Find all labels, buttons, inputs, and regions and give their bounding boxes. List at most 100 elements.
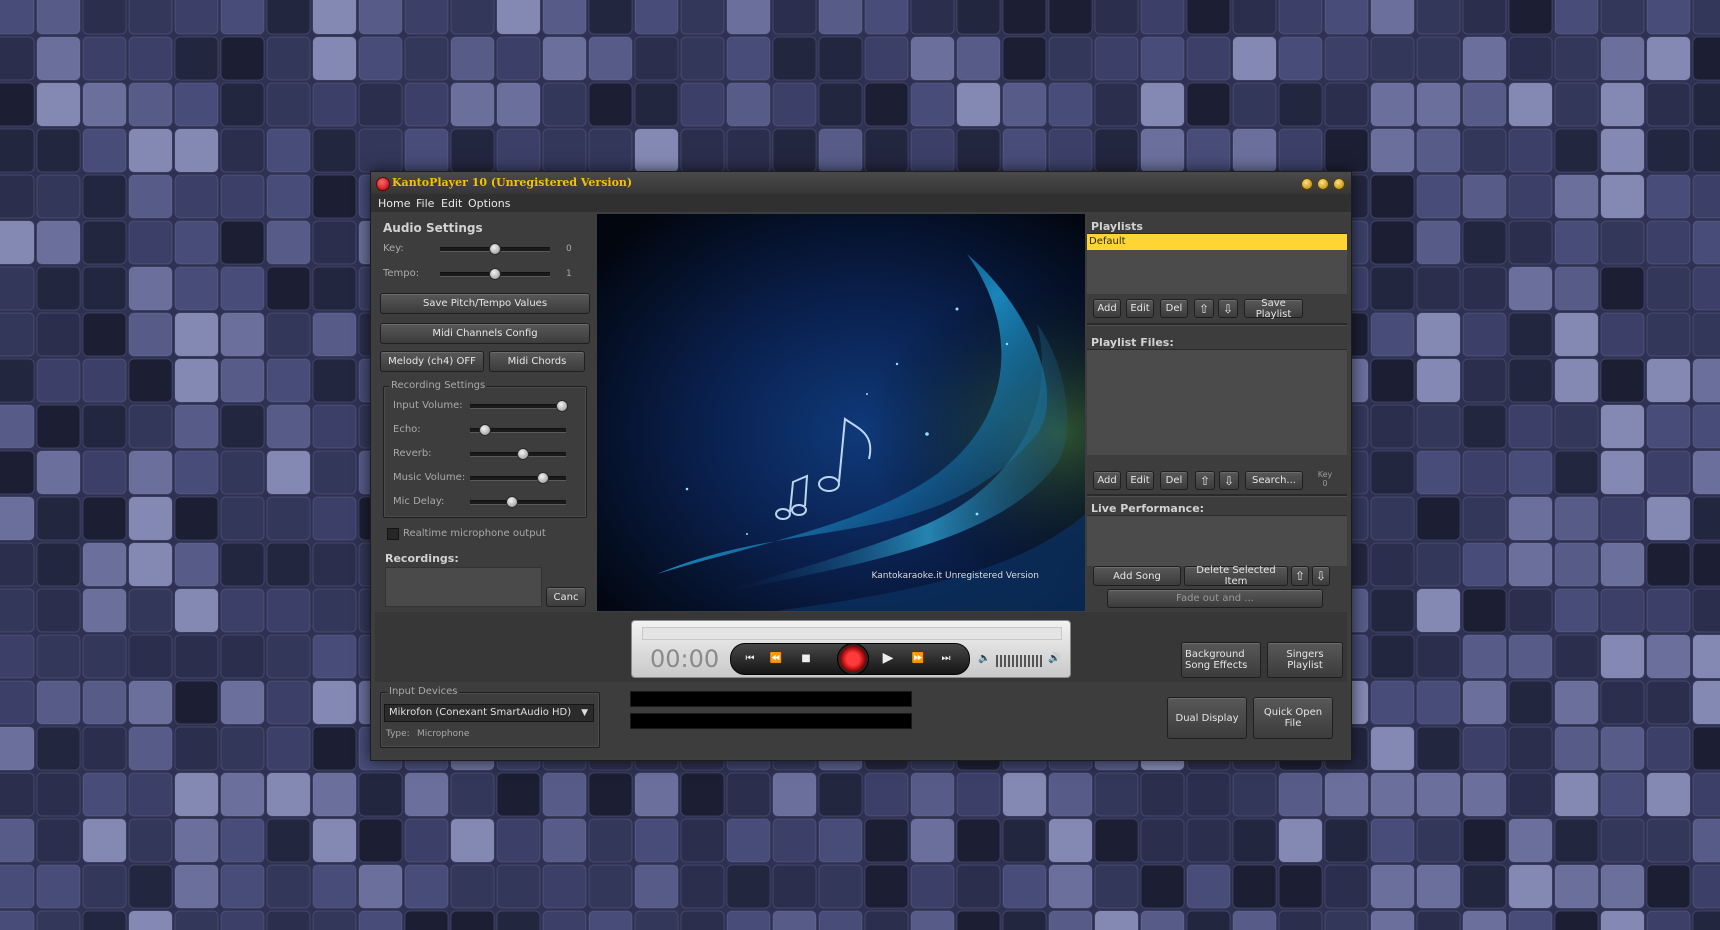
singers-playlist-button[interactable]: Singers Playlist (1267, 642, 1343, 678)
desktop-tile (1370, 910, 1415, 930)
desktop-tile (1048, 82, 1093, 127)
midi-channels-config-button[interactable]: Midi Channels Config (380, 323, 590, 344)
mic-delay-knob[interactable] (506, 496, 519, 508)
quick-open-file-button[interactable]: Quick Open File (1253, 697, 1333, 739)
dual-display-button[interactable]: Dual Display (1167, 697, 1247, 739)
desktop-tile (680, 82, 725, 127)
playlist-edit-button[interactable]: Edit (1126, 299, 1154, 318)
desktop-tile (588, 818, 633, 863)
karaoke-video-display[interactable]: Kantokaraoke.it Unregistered Version (597, 214, 1085, 611)
key-slider-knob[interactable] (489, 243, 501, 255)
desktop-tile (1692, 588, 1720, 633)
desktop-tile (0, 450, 35, 495)
volume-control[interactable]: 🔈 🔊 (974, 653, 1064, 669)
add-song-button[interactable]: Add Song (1093, 566, 1181, 586)
title-bar[interactable]: KantoPlayer 10 (Unregistered Version) (371, 172, 1351, 195)
song-progress-bar[interactable] (642, 627, 1062, 640)
skip-to-end-button[interactable]: ⏭ (935, 648, 957, 668)
playlist-item-default[interactable]: Default (1087, 234, 1347, 250)
desktop-tile (588, 128, 633, 173)
fast-forward-button[interactable]: ⏩ (907, 648, 929, 668)
recordings-list[interactable] (385, 567, 542, 607)
desktop-tile (772, 36, 817, 81)
menu-file[interactable]: File (416, 197, 434, 210)
desktop-tile (1646, 36, 1691, 81)
playlist-move-up-button[interactable]: ⇧ (1194, 299, 1214, 318)
tempo-slider-knob[interactable] (489, 268, 501, 280)
desktop-tile (1600, 818, 1645, 863)
desktop-tile (1094, 0, 1139, 35)
desktop-tile (1462, 450, 1507, 495)
volume-low-icon: 🔈 (978, 653, 991, 664)
desktop-tile (174, 864, 219, 909)
desktop-tile (1554, 634, 1599, 679)
desktop-tile (1370, 82, 1415, 127)
files-delete-button[interactable]: Del (1160, 471, 1188, 490)
midi-chords-button[interactable]: Midi Chords (489, 351, 585, 372)
input-device-select[interactable]: Mikrofon (Conexant SmartAudio HD) ▼ (384, 704, 594, 722)
desktop-tile (1140, 128, 1185, 173)
desktop-tile (220, 542, 265, 587)
menu-home[interactable]: Home (378, 197, 410, 210)
playlist-move-down-button[interactable]: ⇩ (1218, 299, 1238, 318)
files-search-button[interactable]: Search... (1245, 471, 1303, 490)
desktop-tile (1048, 772, 1093, 817)
desktop-tile (1600, 82, 1645, 127)
skip-to-start-button[interactable]: ⏮ (739, 648, 761, 668)
minimize-button[interactable] (1301, 178, 1313, 190)
desktop-tile (864, 772, 909, 817)
desktop-tile (1508, 910, 1553, 930)
desktop-tile (1186, 910, 1231, 930)
desktop-tile (1508, 818, 1553, 863)
live-move-up-button[interactable]: ⇧ (1291, 566, 1309, 586)
menu-options[interactable]: Options (468, 197, 510, 210)
desktop-tile (128, 588, 173, 633)
desktop-tile (1692, 634, 1720, 679)
fade-out-button[interactable]: Fade out and ... (1107, 589, 1323, 608)
desktop-tile (956, 36, 1001, 81)
echo-knob[interactable] (478, 424, 491, 436)
stop-button[interactable]: ■ (795, 648, 817, 668)
close-button[interactable] (1333, 178, 1345, 190)
files-edit-button[interactable]: Edit (1126, 471, 1154, 490)
realtime-microphone-checkbox[interactable] (387, 528, 399, 540)
menu-edit[interactable]: Edit (441, 197, 462, 210)
maximize-button[interactable] (1317, 178, 1329, 190)
input-volume-slider[interactable] (470, 404, 566, 409)
playlist-delete-button[interactable]: Del (1160, 299, 1188, 318)
playlist-add-button[interactable]: Add (1093, 299, 1121, 318)
play-button[interactable]: ▶ (877, 648, 899, 668)
desktop-tile (542, 0, 587, 35)
save-playlist-button[interactable]: Save Playlist (1244, 298, 1303, 320)
files-move-up-button[interactable]: ⇧ (1195, 471, 1215, 490)
volume-slider[interactable] (996, 655, 1044, 667)
input-volume-knob[interactable] (556, 400, 568, 412)
record-button[interactable] (837, 643, 869, 675)
desktop-tile (36, 772, 81, 817)
files-move-down-button[interactable]: ⇩ (1219, 471, 1239, 490)
desktop-tile (36, 36, 81, 81)
music-volume-slider[interactable] (470, 476, 566, 481)
desktop-tile (1416, 680, 1461, 725)
delete-selected-item-button[interactable]: Delete Selected Item (1184, 565, 1288, 587)
files-add-button[interactable]: Add (1093, 471, 1121, 490)
desktop-tile (726, 82, 771, 127)
arrow-down-icon: ⇩ (1222, 301, 1234, 316)
cancel-button[interactable]: Canc (546, 587, 586, 607)
playlists-list[interactable]: Default (1087, 233, 1347, 294)
music-volume-knob[interactable] (537, 472, 550, 484)
live-move-down-button[interactable]: ⇩ (1312, 566, 1330, 586)
live-performance-list[interactable] (1087, 515, 1347, 566)
playlist-files-list[interactable] (1087, 349, 1347, 455)
mic-delay-slider[interactable] (470, 500, 566, 505)
save-pitch-tempo-button[interactable]: Save Pitch/Tempo Values (380, 293, 590, 314)
desktop-tile (36, 634, 81, 679)
background-song-effects-button[interactable]: Background Song Effects (1181, 642, 1261, 678)
desktop-tile (1646, 772, 1691, 817)
desktop-tile (1462, 496, 1507, 541)
rewind-button[interactable]: ⏪ (765, 648, 787, 668)
desktop-tile (818, 128, 863, 173)
divider (1087, 323, 1347, 326)
melody-toggle-button[interactable]: Melody (ch4) OFF (380, 351, 484, 372)
recordings-title: Recordings: (385, 552, 459, 565)
